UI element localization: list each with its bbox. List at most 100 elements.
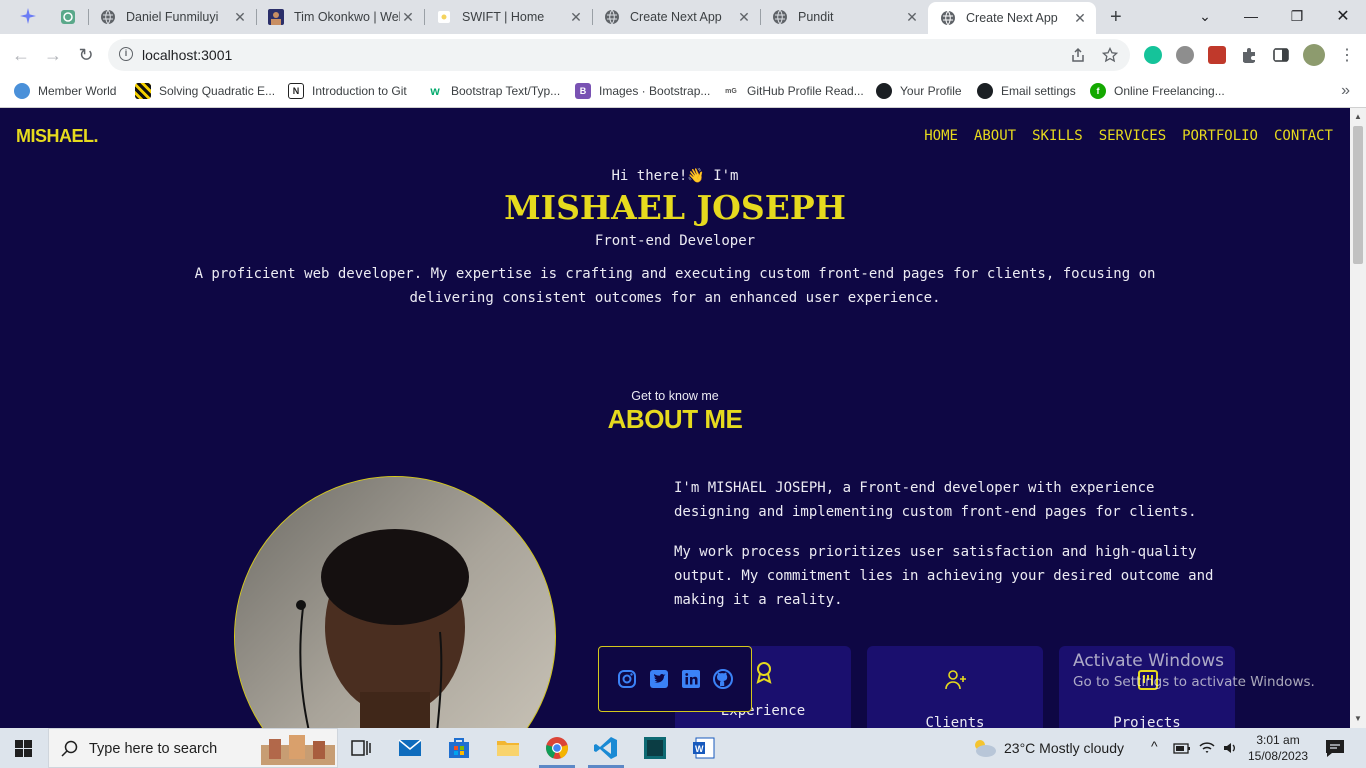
freelance-icon: f — [1090, 83, 1106, 99]
notifications-icon[interactable] — [1323, 736, 1347, 760]
projects-label: Projects — [1113, 715, 1181, 728]
reload-icon[interactable]: ↻ — [75, 44, 97, 66]
globe-icon — [604, 9, 620, 25]
extension-red-icon[interactable] — [1208, 46, 1226, 64]
site-logo[interactable]: MISHAEL. — [16, 126, 99, 147]
vscode-icon[interactable] — [594, 736, 618, 760]
wifi-icon[interactable] — [1198, 740, 1216, 756]
battery-icon[interactable] — [1173, 740, 1191, 756]
nav-home[interactable]: HOME — [924, 128, 958, 144]
nav-services[interactable]: SERVICES — [1099, 128, 1166, 144]
bookmark-email-settings[interactable]: Email settings — [977, 83, 1076, 99]
nav-about[interactable]: ABOUT — [974, 128, 1016, 144]
close-tab-icon[interactable]: ✕ — [904, 9, 920, 26]
tray-expand-icon[interactable]: ^ — [1151, 738, 1158, 754]
file-explorer-icon[interactable] — [496, 736, 520, 760]
globe-icon — [772, 9, 788, 25]
mdg-icon: mG — [723, 83, 739, 99]
github-icon — [876, 83, 892, 99]
about-paragraph-1: I'm MISHAEL JOSEPH, a Front-end develope… — [674, 480, 1197, 520]
close-tab-icon[interactable]: ✕ — [400, 9, 416, 26]
social-links — [598, 646, 752, 712]
word-icon[interactable]: W — [692, 736, 716, 760]
task-view-icon[interactable] — [349, 736, 373, 760]
tab-daniel[interactable]: Daniel Funmiluyi ✕ — [88, 0, 256, 34]
tab-search-icon[interactable]: ⌄ — [1182, 0, 1228, 32]
profile-avatar[interactable] — [1303, 44, 1325, 66]
browser-menu-icon[interactable]: ⋮ — [1336, 44, 1358, 66]
terminal-app-icon[interactable] — [643, 736, 667, 760]
member-world-icon — [14, 83, 30, 99]
bookmark-bootstrap-text[interactable]: w Bootstrap Text/Typ... — [427, 83, 560, 99]
side-panel-icon[interactable] — [1272, 46, 1290, 64]
hero-name: MISHAEL JOSEPH — [504, 188, 846, 227]
bookmark-quadratic[interactable]: Solving Quadratic E... — [135, 83, 275, 99]
system-clock[interactable]: 3:01 am 15/08/2023 — [1248, 732, 1308, 764]
bookmark-star-icon[interactable] — [1102, 47, 1118, 63]
close-tab-icon[interactable]: ✕ — [1072, 10, 1088, 27]
close-tab-icon[interactable]: ✕ — [736, 9, 752, 26]
notion-icon: N — [288, 83, 304, 99]
volume-icon[interactable] — [1222, 740, 1238, 756]
url-text[interactable]: localhost:3001 — [142, 47, 232, 63]
swift-icon — [436, 9, 452, 25]
close-window-icon[interactable]: ✕ — [1320, 0, 1366, 32]
chrome-icon[interactable] — [545, 736, 569, 760]
ai-sparkle-icon[interactable] — [20, 8, 36, 24]
scroll-down-icon[interactable]: ▼ — [1354, 714, 1362, 723]
w3-icon: w — [427, 83, 443, 99]
tab-chatgpt[interactable] — [48, 0, 84, 34]
linkedin-icon[interactable] — [681, 669, 701, 689]
more-bookmarks-icon[interactable]: » — [1341, 82, 1350, 100]
close-tab-icon[interactable]: ✕ — [568, 9, 584, 26]
hero-greeting: Hi there!👋 I'm — [611, 168, 739, 184]
minimize-icon[interactable]: — — [1228, 0, 1274, 32]
bookmarks-bar: Member World Solving Quadratic E... N Int… — [0, 76, 1366, 108]
weather-cloud-icon[interactable] — [970, 736, 998, 760]
bookmark-github-readme[interactable]: mG GitHub Profile Read... — [723, 83, 864, 99]
restore-icon[interactable]: ❐ — [1274, 0, 1320, 32]
nav-portfolio[interactable]: PORTFOLIO — [1182, 128, 1258, 144]
tab-pundit[interactable]: Pundit ✕ — [760, 0, 928, 34]
award-icon — [756, 662, 772, 684]
weather-text[interactable]: 23°C Mostly cloudy — [1004, 740, 1124, 756]
bookmark-freelancing[interactable]: f Online Freelancing... — [1090, 83, 1225, 99]
tab-create-next-app[interactable]: Create Next App ✕ — [592, 0, 760, 34]
site-info-icon[interactable]: i — [119, 47, 133, 61]
bookmark-git[interactable]: N Introduction to Git — [288, 83, 407, 99]
taskbar-search-box[interactable]: Type here to search — [48, 728, 338, 768]
extension-gear-icon[interactable] — [1176, 46, 1194, 64]
scroll-up-icon[interactable]: ▲ — [1354, 112, 1362, 121]
store-icon[interactable] — [447, 736, 471, 760]
twitter-icon[interactable] — [649, 669, 669, 689]
scrollbar-thumb[interactable] — [1353, 126, 1363, 264]
mail-icon[interactable] — [398, 736, 422, 760]
page-scrollbar[interactable]: ▲ ▼ — [1350, 108, 1366, 728]
activate-windows-watermark: Activate Windows Go to Settings to activ… — [1073, 651, 1315, 690]
close-tab-icon[interactable]: ✕ — [232, 9, 248, 26]
user-plus-icon — [945, 670, 966, 690]
nav-skills[interactable]: SKILLS — [1032, 128, 1083, 144]
chatgpt-icon — [60, 9, 76, 25]
grammarly-icon[interactable] — [1144, 46, 1162, 64]
github-icon[interactable] — [713, 669, 733, 689]
bookmark-your-profile[interactable]: Your Profile — [876, 83, 962, 99]
tab-swift[interactable]: SWIFT | Home ✕ — [424, 0, 592, 34]
tab-tim[interactable]: Tim Okonkwo | Web ✕ — [256, 0, 424, 34]
bookmark-member-world[interactable]: Member World — [14, 83, 116, 99]
share-icon[interactable] — [1070, 47, 1086, 63]
new-tab-icon[interactable]: + — [1110, 6, 1122, 29]
bookmark-bootstrap-images[interactable]: B Images · Bootstrap... — [575, 83, 710, 99]
tab-strip: Daniel Funmiluyi ✕ Tim Okonkwo | Web ✕ S… — [0, 0, 1366, 34]
nav-contact[interactable]: CONTACT — [1274, 128, 1333, 144]
globe-icon — [100, 9, 116, 25]
address-bar[interactable]: i localhost:3001 — [108, 39, 1130, 71]
back-icon[interactable]: ← — [10, 44, 32, 66]
forward-icon[interactable]: → — [42, 44, 64, 66]
profile-photo — [234, 476, 556, 728]
instagram-icon[interactable] — [617, 669, 637, 689]
extensions-puzzle-icon[interactable] — [1240, 46, 1258, 64]
windows-start-icon[interactable] — [15, 740, 32, 757]
tab-create-next-app-active[interactable]: Create Next App ✕ — [928, 2, 1096, 34]
bootstrap-icon: B — [575, 83, 591, 99]
